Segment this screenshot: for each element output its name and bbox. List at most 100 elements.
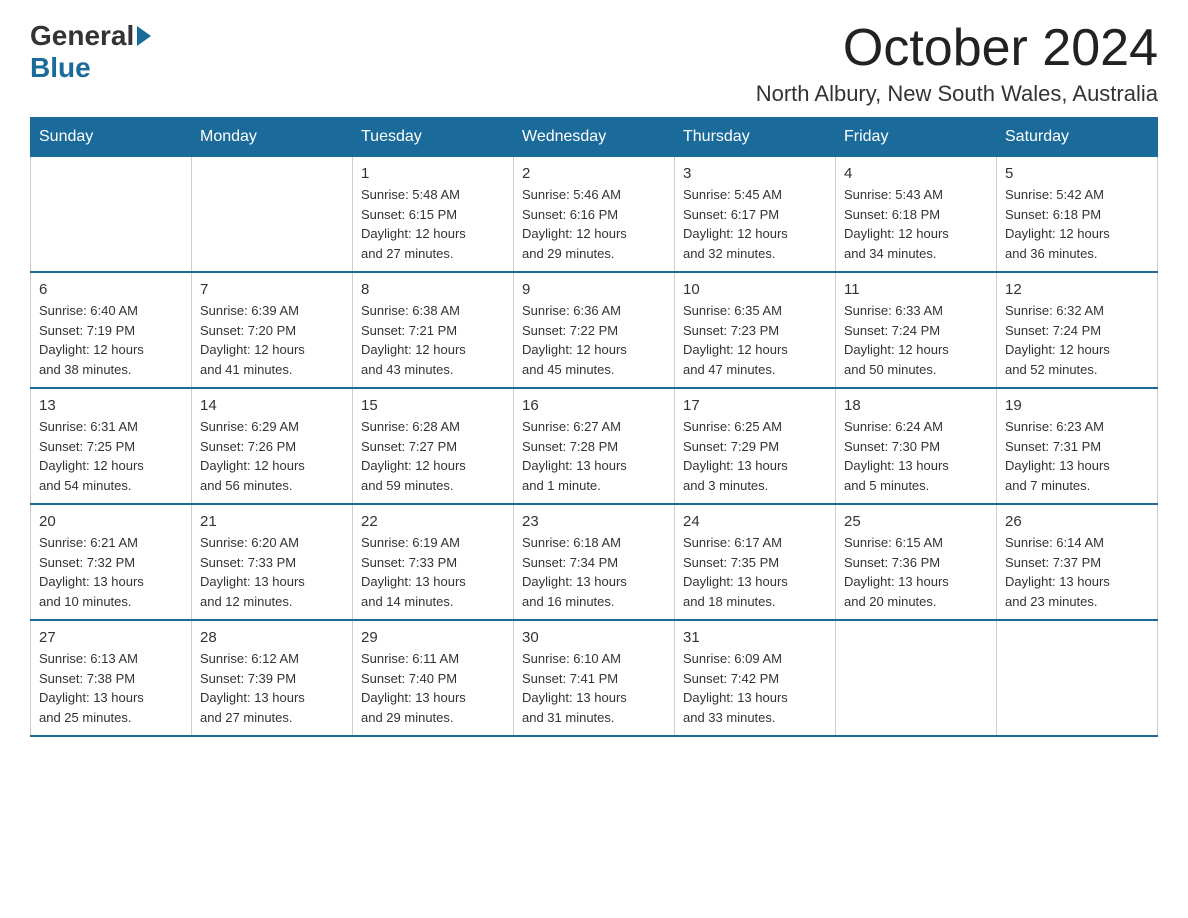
- day-info: Sunrise: 6:11 AMSunset: 7:40 PMDaylight:…: [361, 649, 505, 727]
- calendar-day-1: 1 Sunrise: 5:48 AMSunset: 6:15 PMDaylight…: [353, 157, 514, 273]
- day-info: Sunrise: 6:23 AMSunset: 7:31 PMDaylight:…: [1005, 417, 1149, 495]
- weekday-header-sunday: Sunday: [31, 118, 192, 157]
- day-number: 7: [200, 281, 344, 298]
- day-info: Sunrise: 6:29 AMSunset: 7:26 PMDaylight:…: [200, 417, 344, 495]
- calendar-week-row: 13 Sunrise: 6:31 AMSunset: 7:25 PMDayligh…: [31, 388, 1158, 504]
- day-info: Sunrise: 5:45 AMSunset: 6:17 PMDaylight:…: [683, 185, 827, 263]
- day-info: Sunrise: 5:48 AMSunset: 6:15 PMDaylight:…: [361, 185, 505, 263]
- calendar-day-10: 10 Sunrise: 6:35 AMSunset: 7:23 PMDayligh…: [675, 272, 836, 388]
- day-info: Sunrise: 6:36 AMSunset: 7:22 PMDaylight:…: [522, 301, 666, 379]
- day-info: Sunrise: 6:27 AMSunset: 7:28 PMDaylight:…: [522, 417, 666, 495]
- calendar-day-21: 21Sunrise: 6:20 AMSunset: 7:33 PMDayligh…: [192, 504, 353, 620]
- day-number: 4: [844, 165, 988, 182]
- day-number: 6: [39, 281, 183, 298]
- day-info: Sunrise: 6:10 AMSunset: 7:41 PMDaylight:…: [522, 649, 666, 727]
- day-info: Sunrise: 6:17 AMSunset: 7:35 PMDaylight:…: [683, 533, 827, 611]
- day-number: 14: [200, 397, 344, 414]
- calendar-day-7: 7 Sunrise: 6:39 AMSunset: 7:20 PMDaylight…: [192, 272, 353, 388]
- day-number: 24: [683, 513, 827, 530]
- calendar-day-5: 5Sunrise: 5:42 AMSunset: 6:18 PMDaylight…: [997, 157, 1158, 273]
- calendar-day-29: 29 Sunrise: 6:11 AMSunset: 7:40 PMDayligh…: [353, 620, 514, 736]
- calendar-day-9: 9 Sunrise: 6:36 AMSunset: 7:22 PMDaylight…: [514, 272, 675, 388]
- calendar-day-19: 19 Sunrise: 6:23 AMSunset: 7:31 PMDayligh…: [997, 388, 1158, 504]
- month-title: October 2024: [756, 20, 1158, 77]
- day-number: 27: [39, 629, 183, 646]
- day-number: 29: [361, 629, 505, 646]
- calendar-week-row: 6 Sunrise: 6:40 AMSunset: 7:19 PMDaylight…: [31, 272, 1158, 388]
- day-number: 26: [1005, 513, 1149, 530]
- day-info: Sunrise: 6:20 AMSunset: 7:33 PMDaylight:…: [200, 533, 344, 611]
- logo: General Blue: [30, 20, 154, 84]
- day-number: 15: [361, 397, 505, 414]
- day-number: 3: [683, 165, 827, 182]
- day-number: 9: [522, 281, 666, 298]
- day-number: 11: [844, 281, 988, 298]
- calendar-empty-cell: [836, 620, 997, 736]
- day-number: 22: [361, 513, 505, 530]
- calendar-day-20: 20Sunrise: 6:21 AMSunset: 7:32 PMDayligh…: [31, 504, 192, 620]
- day-info: Sunrise: 6:13 AMSunset: 7:38 PMDaylight:…: [39, 649, 183, 727]
- weekday-header-saturday: Saturday: [997, 118, 1158, 157]
- calendar-day-27: 27 Sunrise: 6:13 AMSunset: 7:38 PMDayligh…: [31, 620, 192, 736]
- calendar-day-25: 25Sunrise: 6:15 AMSunset: 7:36 PMDayligh…: [836, 504, 997, 620]
- calendar-day-17: 17Sunrise: 6:25 AMSunset: 7:29 PMDayligh…: [675, 388, 836, 504]
- calendar-day-12: 12 Sunrise: 6:32 AMSunset: 7:24 PMDayligh…: [997, 272, 1158, 388]
- calendar-week-row: 27 Sunrise: 6:13 AMSunset: 7:38 PMDayligh…: [31, 620, 1158, 736]
- calendar-day-14: 14 Sunrise: 6:29 AMSunset: 7:26 PMDayligh…: [192, 388, 353, 504]
- calendar-day-18: 18 Sunrise: 6:24 AMSunset: 7:30 PMDayligh…: [836, 388, 997, 504]
- day-number: 8: [361, 281, 505, 298]
- calendar-day-22: 22 Sunrise: 6:19 AMSunset: 7:33 PMDayligh…: [353, 504, 514, 620]
- logo-blue-text: Blue: [30, 52, 91, 83]
- day-number: 31: [683, 629, 827, 646]
- day-number: 17: [683, 397, 827, 414]
- day-info: Sunrise: 6:40 AMSunset: 7:19 PMDaylight:…: [39, 301, 183, 379]
- calendar-day-31: 31 Sunrise: 6:09 AMSunset: 7:42 PMDayligh…: [675, 620, 836, 736]
- calendar-day-2: 2 Sunrise: 5:46 AMSunset: 6:16 PMDaylight…: [514, 157, 675, 273]
- day-info: Sunrise: 6:15 AMSunset: 7:36 PMDaylight:…: [844, 533, 988, 611]
- calendar-day-11: 11Sunrise: 6:33 AMSunset: 7:24 PMDayligh…: [836, 272, 997, 388]
- weekday-header-friday: Friday: [836, 118, 997, 157]
- day-info: Sunrise: 6:35 AMSunset: 7:23 PMDaylight:…: [683, 301, 827, 379]
- day-info: Sunrise: 6:31 AMSunset: 7:25 PMDaylight:…: [39, 417, 183, 495]
- day-number: 2: [522, 165, 666, 182]
- calendar-day-4: 4 Sunrise: 5:43 AMSunset: 6:18 PMDaylight…: [836, 157, 997, 273]
- calendar-week-row: 1 Sunrise: 5:48 AMSunset: 6:15 PMDaylight…: [31, 157, 1158, 273]
- day-info: Sunrise: 6:18 AMSunset: 7:34 PMDaylight:…: [522, 533, 666, 611]
- calendar-week-row: 20Sunrise: 6:21 AMSunset: 7:32 PMDayligh…: [31, 504, 1158, 620]
- calendar-day-28: 28 Sunrise: 6:12 AMSunset: 7:39 PMDayligh…: [192, 620, 353, 736]
- day-number: 12: [1005, 281, 1149, 298]
- day-info: Sunrise: 6:32 AMSunset: 7:24 PMDaylight:…: [1005, 301, 1149, 379]
- day-info: Sunrise: 6:24 AMSunset: 7:30 PMDaylight:…: [844, 417, 988, 495]
- calendar-header-row: SundayMondayTuesdayWednesdayThursdayFrid…: [31, 118, 1158, 157]
- day-number: 18: [844, 397, 988, 414]
- day-info: Sunrise: 6:09 AMSunset: 7:42 PMDaylight:…: [683, 649, 827, 727]
- day-info: Sunrise: 6:14 AMSunset: 7:37 PMDaylight:…: [1005, 533, 1149, 611]
- day-info: Sunrise: 6:38 AMSunset: 7:21 PMDaylight:…: [361, 301, 505, 379]
- day-info: Sunrise: 5:42 AMSunset: 6:18 PMDaylight:…: [1005, 185, 1149, 263]
- day-number: 13: [39, 397, 183, 414]
- day-info: Sunrise: 6:19 AMSunset: 7:33 PMDaylight:…: [361, 533, 505, 611]
- day-info: Sunrise: 6:12 AMSunset: 7:39 PMDaylight:…: [200, 649, 344, 727]
- day-number: 1: [361, 165, 505, 182]
- day-number: 19: [1005, 397, 1149, 414]
- calendar-table: SundayMondayTuesdayWednesdayThursdayFrid…: [30, 117, 1158, 737]
- day-info: Sunrise: 5:46 AMSunset: 6:16 PMDaylight:…: [522, 185, 666, 263]
- calendar-day-23: 23 Sunrise: 6:18 AMSunset: 7:34 PMDayligh…: [514, 504, 675, 620]
- day-number: 10: [683, 281, 827, 298]
- day-info: Sunrise: 5:43 AMSunset: 6:18 PMDaylight:…: [844, 185, 988, 263]
- weekday-header-thursday: Thursday: [675, 118, 836, 157]
- day-info: Sunrise: 6:21 AMSunset: 7:32 PMDaylight:…: [39, 533, 183, 611]
- calendar-day-26: 26 Sunrise: 6:14 AMSunset: 7:37 PMDayligh…: [997, 504, 1158, 620]
- weekday-header-monday: Monday: [192, 118, 353, 157]
- day-number: 30: [522, 629, 666, 646]
- calendar-day-30: 30 Sunrise: 6:10 AMSunset: 7:41 PMDayligh…: [514, 620, 675, 736]
- day-number: 28: [200, 629, 344, 646]
- weekday-header-tuesday: Tuesday: [353, 118, 514, 157]
- calendar-empty-cell: [31, 157, 192, 273]
- day-info: Sunrise: 6:39 AMSunset: 7:20 PMDaylight:…: [200, 301, 344, 379]
- calendar-day-3: 3 Sunrise: 5:45 AMSunset: 6:17 PMDaylight…: [675, 157, 836, 273]
- day-number: 23: [522, 513, 666, 530]
- weekday-header-wednesday: Wednesday: [514, 118, 675, 157]
- location-title: North Albury, New South Wales, Australia: [756, 81, 1158, 107]
- calendar-day-13: 13 Sunrise: 6:31 AMSunset: 7:25 PMDayligh…: [31, 388, 192, 504]
